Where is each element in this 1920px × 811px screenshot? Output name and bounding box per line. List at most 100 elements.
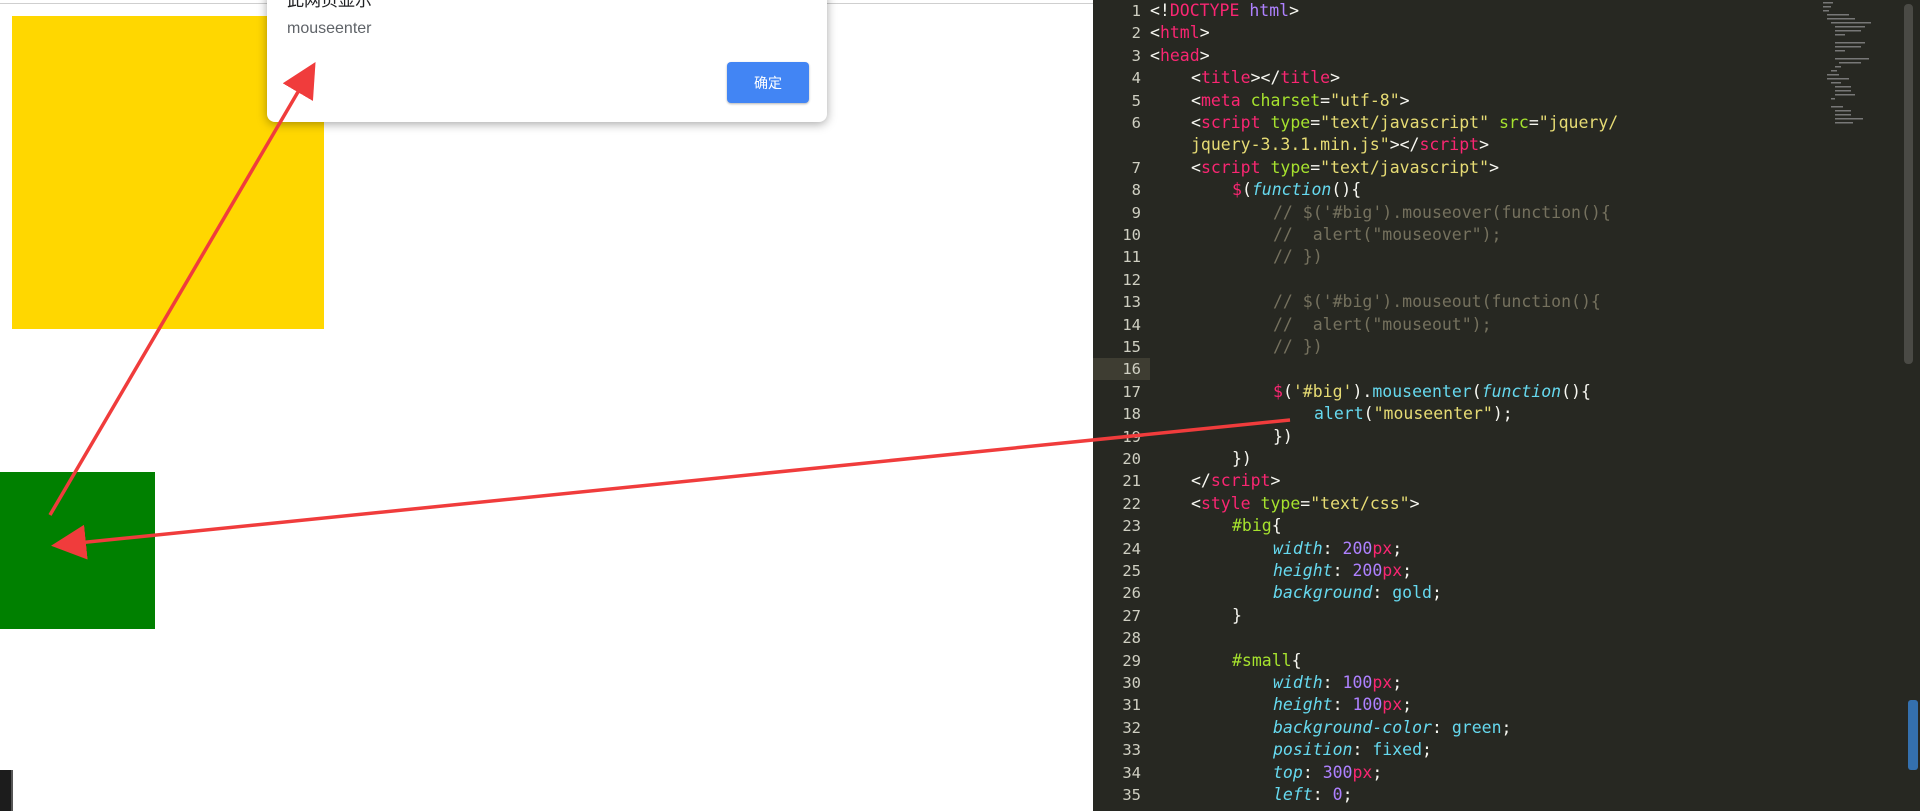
- code-line[interactable]: alert("mouseenter");: [1314, 403, 1513, 425]
- code-line[interactable]: <head>: [1150, 45, 1210, 67]
- code-line[interactable]: height: 200px;: [1273, 560, 1412, 582]
- code-token: >: [1270, 471, 1281, 491]
- code-line[interactable]: // }): [1273, 336, 1323, 358]
- code-token: >: [1199, 23, 1210, 43]
- code-line[interactable]: $('#big').mouseenter(function(){: [1273, 381, 1591, 403]
- code-line[interactable]: width: 200px;: [1273, 538, 1402, 560]
- line-number: 5: [1131, 91, 1141, 110]
- code-token: // }): [1273, 337, 1323, 356]
- code-line[interactable]: background-color: green;: [1273, 717, 1511, 739]
- code-token: ;: [1422, 740, 1432, 760]
- code-line[interactable]: <html>: [1150, 22, 1210, 44]
- code-line[interactable]: width: 100px;: [1273, 672, 1402, 694]
- code-token: :: [1302, 762, 1323, 782]
- code-line[interactable]: }: [1232, 605, 1242, 627]
- code-token: =: [1528, 113, 1539, 132]
- line-number: 15: [1122, 338, 1141, 356]
- code-line[interactable]: // $('#big').mouseover(function(){: [1273, 202, 1611, 224]
- code-line[interactable]: <!DOCTYPE html>: [1150, 0, 1299, 22]
- code-token: src: [1499, 113, 1529, 132]
- code-token: // $('#big').mouseover(function(){: [1273, 202, 1611, 222]
- code-token: ;: [1402, 695, 1413, 715]
- code-token: 100: [1352, 695, 1383, 715]
- code-token: }): [1232, 449, 1252, 468]
- code-token: script: [1419, 135, 1480, 155]
- code-token: :: [1431, 717, 1452, 737]
- code-line[interactable]: }): [1232, 448, 1252, 470]
- code-line[interactable]: <script type="text/javascript" src="jque…: [1191, 112, 1618, 134]
- code-token: }: [1232, 605, 1242, 625]
- line-number: 26: [1122, 584, 1141, 603]
- code-token: script: [1200, 113, 1261, 132]
- code-token: 0: [1332, 785, 1343, 804]
- code-line[interactable]: <script type="text/javascript">: [1191, 157, 1499, 179]
- code-token: {: [1291, 650, 1302, 670]
- code-token: script: [1210, 471, 1271, 491]
- code-token: {: [1271, 516, 1282, 536]
- minimap-preview: [1823, 2, 1871, 124]
- code-token: <: [1191, 157, 1201, 177]
- code-token: 200: [1352, 561, 1383, 580]
- code-token: title: [1280, 68, 1331, 88]
- code-token: =: [1310, 157, 1321, 177]
- code-token: // }): [1273, 247, 1323, 267]
- code-token: :: [1332, 561, 1353, 580]
- editor-scrollbar-thumb[interactable]: [1904, 4, 1913, 364]
- code-line[interactable]: // alert("mouseout");: [1273, 314, 1492, 336]
- code-token: ></: [1389, 135, 1420, 155]
- code-token: position: [1273, 740, 1353, 760]
- code-line[interactable]: #big{: [1232, 515, 1282, 537]
- code-token: <: [1150, 45, 1160, 65]
- line-number: 18: [1122, 405, 1141, 424]
- code-token: =: [1320, 90, 1331, 110]
- code-token: ;: [1342, 785, 1353, 804]
- code-line[interactable]: jquery-3.3.1.min.js"></script>: [1191, 134, 1489, 156]
- code-token: );: [1492, 404, 1513, 424]
- code-editor[interactable]: 1 2 3 4 5 6 7 8 9 10 11 12 13 14 15 16 17 18 19 20 21 22 23 24 2…: [1093, 0, 1920, 811]
- code-token: left: [1273, 785, 1313, 804]
- line-number: [1093, 134, 1141, 156]
- code-line[interactable]: left: 0;: [1273, 784, 1353, 806]
- code-line[interactable]: position: fixed;: [1273, 739, 1432, 761]
- line-number-gutter: 1 2 3 4 5 6 7 8 9 10 11 12 13 14 15 16 17 18 19 20 21 22 23 24 2…: [1093, 0, 1150, 811]
- code-token: px: [1372, 673, 1393, 692]
- code-line[interactable]: <meta charset="utf-8">: [1191, 90, 1410, 112]
- small-green-box[interactable]: [0, 472, 155, 629]
- code-line[interactable]: // }): [1273, 246, 1323, 268]
- code-line[interactable]: <title></title>: [1191, 67, 1340, 89]
- code-line[interactable]: // $('#big').mouseout(function(){: [1273, 291, 1601, 313]
- code-line[interactable]: </script>: [1191, 470, 1280, 492]
- line-number: 32: [1122, 718, 1141, 737]
- code-token: DOCTYPE: [1169, 1, 1240, 20]
- minimap[interactable]: [1813, 0, 1898, 130]
- code-line[interactable]: // alert("mouseover");: [1273, 224, 1501, 246]
- code-line[interactable]: height: 100px;: [1273, 694, 1412, 716]
- code-token: height: [1273, 695, 1333, 715]
- code-token: }): [1273, 426, 1293, 446]
- line-number: 12: [1122, 270, 1141, 289]
- line-number: 8: [1131, 181, 1141, 200]
- code-line[interactable]: }): [1273, 426, 1293, 448]
- code-token: $: [1273, 381, 1283, 401]
- code-token: width: [1273, 538, 1323, 558]
- code-line[interactable]: <style type="text/css">: [1191, 493, 1420, 515]
- code-token: type: [1260, 493, 1301, 513]
- code-line[interactable]: $(function(){: [1232, 179, 1361, 201]
- code-token: type: [1270, 113, 1311, 132]
- code-token: :: [1312, 785, 1333, 804]
- code-line[interactable]: background: gold;: [1273, 582, 1442, 604]
- code-token: >: [1289, 1, 1300, 20]
- code-area[interactable]: <!DOCTYPE html> <html> <head> <title></titl…: [1150, 0, 1870, 811]
- code-line[interactable]: #small{: [1232, 650, 1302, 672]
- code-token: meta: [1200, 90, 1241, 110]
- code-token: :: [1332, 695, 1353, 715]
- code-token: :: [1372, 583, 1393, 603]
- code-token: ).: [1352, 381, 1373, 401]
- code-line[interactable]: top: 300px;: [1273, 762, 1382, 784]
- code-token: alert: [1314, 404, 1364, 424]
- alert-ok-button[interactable]: 确定: [727, 62, 809, 103]
- code-token: // alert("mouseover");: [1273, 225, 1502, 244]
- code-token: "jquery/: [1538, 113, 1619, 132]
